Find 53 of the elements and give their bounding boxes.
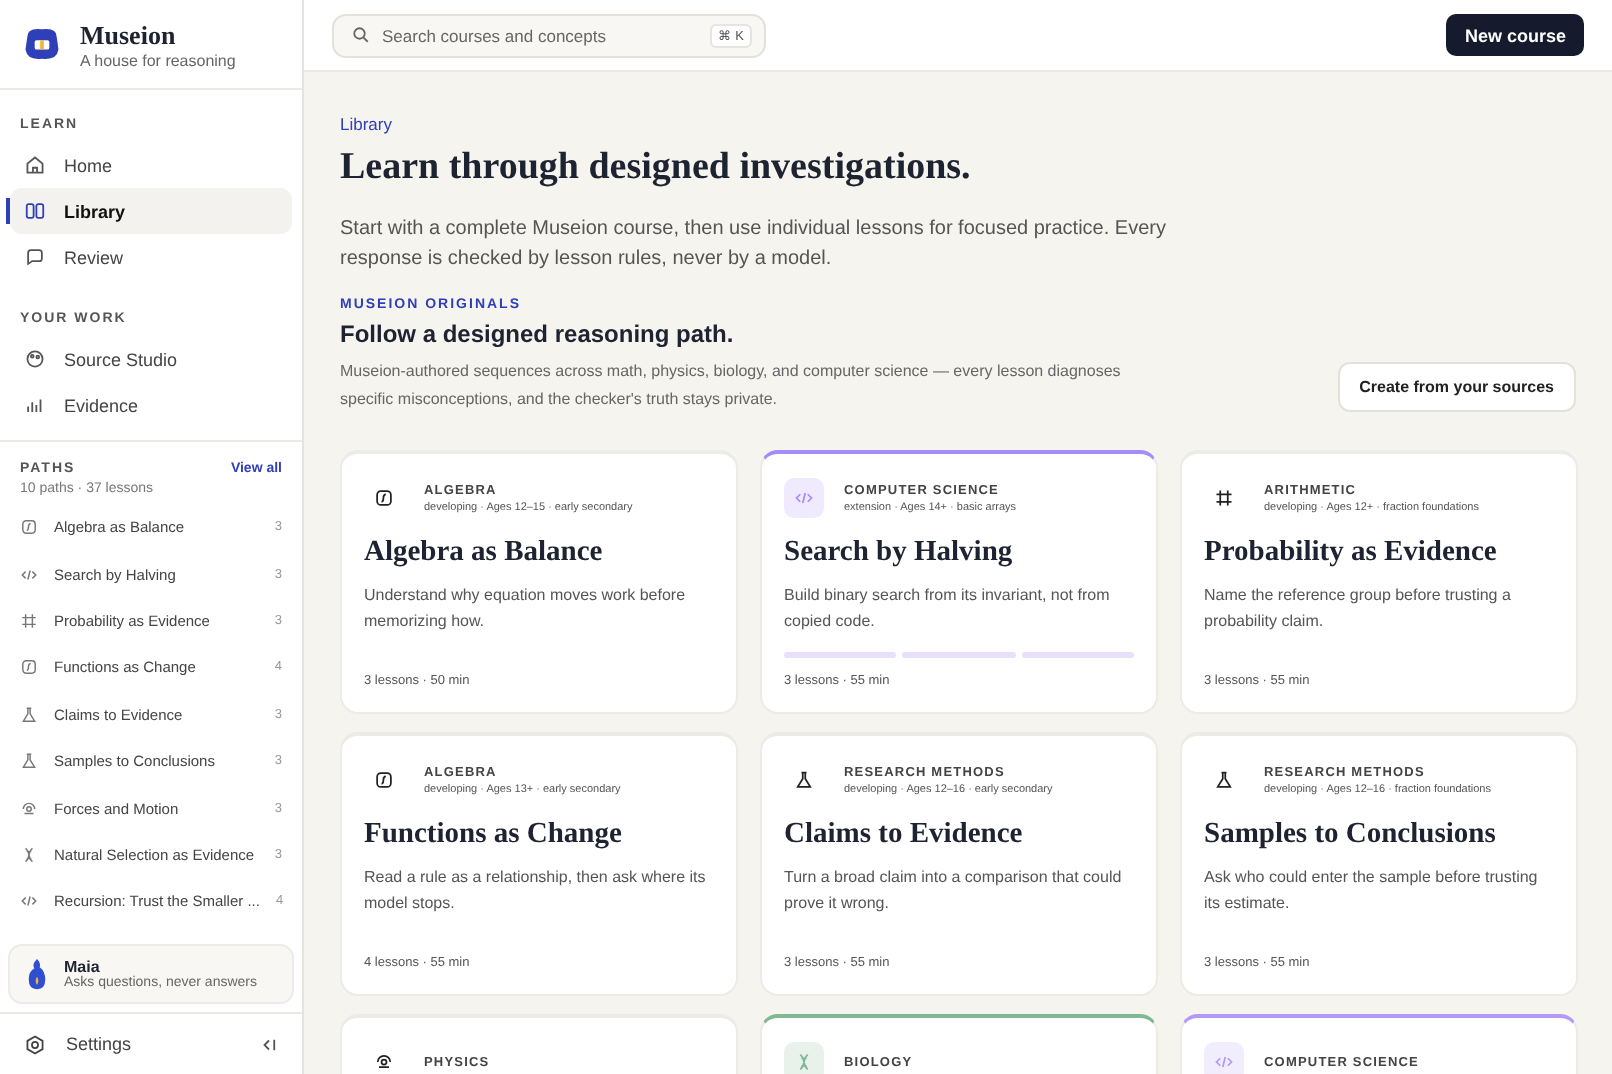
flame-icon bbox=[26, 956, 48, 992]
algebra-icon bbox=[20, 518, 38, 537]
flask-icon bbox=[1214, 770, 1234, 790]
create-button[interactable]: Create from your sources bbox=[1337, 361, 1576, 411]
section-heading: Follow a designed reasoning path. bbox=[340, 320, 736, 348]
book-icon bbox=[24, 200, 46, 222]
card-description: Turn a broad claim into a comparison that could prove it wrong. bbox=[784, 866, 1124, 916]
biology-icon bbox=[794, 1052, 814, 1072]
section-description: Museion-authored sequences across math, physics, biology, and computer science — every lesson diagnoses specific misconceptions, and the checker's truth stays private. bbox=[340, 360, 1123, 412]
card-description: Build binary search from its invariant, not from copied code. bbox=[784, 584, 1112, 634]
code-icon bbox=[20, 565, 38, 584]
page-title: Learn through designed investigations. bbox=[340, 146, 973, 190]
chart-icon bbox=[24, 394, 46, 416]
card-title: Algebra as Balance bbox=[364, 536, 605, 570]
brand-name: Museion bbox=[80, 19, 178, 51]
card-description: Understand why equation moves work before memorizing how. bbox=[364, 584, 688, 634]
card-description: Read a rule as a relationship, then ask where its model stops. bbox=[364, 866, 708, 916]
grid-icon bbox=[20, 611, 38, 630]
home-icon bbox=[24, 154, 46, 176]
algebra-icon bbox=[374, 488, 394, 508]
card-description: Name the reference group before trusting a probability claim. bbox=[1204, 584, 1513, 634]
algebra-icon bbox=[374, 770, 394, 790]
flask-icon bbox=[20, 705, 38, 724]
card-description: Ask who could enter the sample before trusting its estimate. bbox=[1204, 866, 1540, 916]
card-title: Samples to Conclusions bbox=[1204, 818, 1498, 852]
brand-tagline: A house for reasoning bbox=[80, 51, 236, 69]
intro-text: Start with a complete Museion course, then use individual lessons for focused practice. Every response is checked by lesson rules, never by a model. bbox=[340, 216, 1168, 274]
collapse-icon[interactable] bbox=[260, 1035, 278, 1053]
algebra-icon bbox=[20, 658, 38, 677]
nav-item[interactable]: Evidence bbox=[10, 382, 292, 428]
nav-item[interactable]: Home bbox=[10, 142, 292, 188]
code-icon bbox=[20, 892, 38, 911]
breadcrumb[interactable]: Library bbox=[340, 114, 1576, 134]
code-icon bbox=[1214, 1052, 1234, 1072]
search-icon bbox=[352, 26, 370, 44]
card-title: Search by Halving bbox=[784, 536, 1015, 570]
new-course-button[interactable]: New course bbox=[1446, 14, 1584, 56]
settings-icon bbox=[24, 1033, 46, 1055]
nav-item[interactable]: Source Studio bbox=[10, 336, 292, 382]
settings-item[interactable]: Settings bbox=[24, 1033, 132, 1055]
nav-item[interactable]: Review bbox=[10, 234, 292, 280]
card-title: Probability as Evidence bbox=[1204, 536, 1499, 570]
biology-icon bbox=[20, 845, 38, 864]
chat-icon bbox=[24, 246, 46, 268]
nav-item[interactable]: Library bbox=[10, 188, 292, 234]
flask-icon bbox=[20, 752, 38, 771]
flask-icon bbox=[794, 770, 814, 790]
grid-icon bbox=[1214, 488, 1234, 508]
card-title: Claims to Evidence bbox=[784, 818, 1025, 852]
code-icon bbox=[794, 488, 814, 508]
search-input[interactable]: Search courses and concepts bbox=[382, 25, 698, 45]
assistant-name: Maia bbox=[64, 958, 100, 976]
card-title: Functions as Change bbox=[364, 818, 624, 852]
